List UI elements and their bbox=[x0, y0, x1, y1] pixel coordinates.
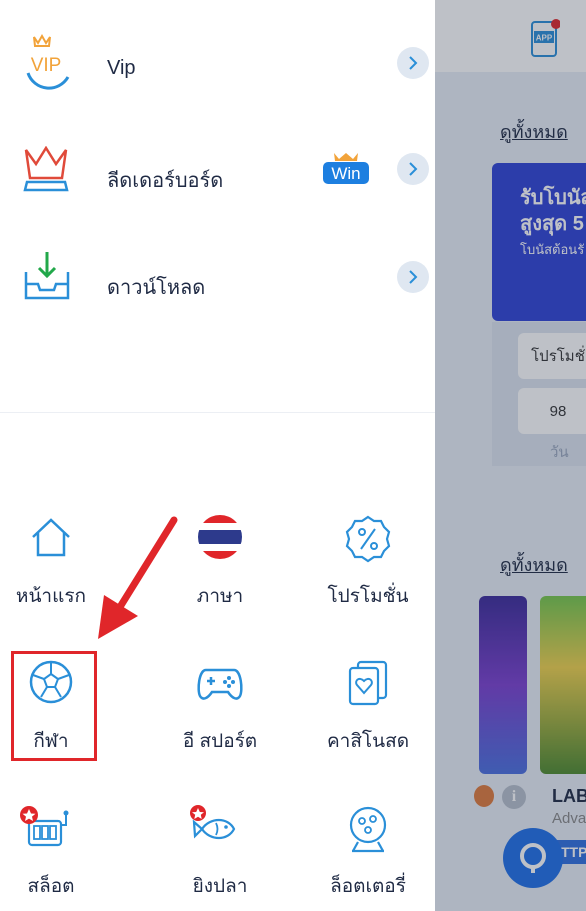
side-drawer: VIP Vip ลีดเดอร์บอร์ด Win ดาวน์โหลด หน้า… bbox=[0, 0, 435, 911]
slot-machine-icon bbox=[20, 806, 69, 847]
thai-flag-icon bbox=[198, 515, 242, 559]
win-badge: Win bbox=[323, 153, 369, 187]
menu-item-label: ลีดเดอร์บอร์ด bbox=[107, 170, 224, 192]
menu-item-download[interactable]: ดาวน์โหลด bbox=[0, 250, 435, 340]
nav-label: คาสิโนสด bbox=[326, 731, 410, 752]
leaderboard-crown-icon bbox=[23, 146, 69, 192]
drawer-overlay[interactable] bbox=[435, 0, 586, 911]
nav-lottery[interactable]: ล็อตเตอรี่ bbox=[308, 805, 428, 905]
menu-item-leaderboard[interactable]: ลีดเดอร์บอร์ด Win bbox=[0, 146, 435, 236]
svg-text:Win: Win bbox=[331, 164, 360, 183]
menu-item-vip[interactable]: VIP Vip bbox=[0, 33, 435, 123]
playing-cards-icon bbox=[348, 660, 388, 706]
menu-item-label: Vip bbox=[107, 57, 136, 79]
menu-item-label: ดาวน์โหลด bbox=[107, 277, 206, 299]
section-divider bbox=[0, 412, 435, 413]
nav-label: สล็อต bbox=[27, 876, 75, 897]
chevron-right-icon[interactable] bbox=[397, 47, 429, 79]
chevron-right-icon[interactable] bbox=[397, 153, 429, 185]
lottery-machine-icon bbox=[349, 806, 387, 853]
nav-slots[interactable]: สล็อต bbox=[0, 805, 111, 905]
nav-esports[interactable]: อี สปอร์ต bbox=[160, 660, 280, 760]
svg-text:VIP: VIP bbox=[31, 55, 62, 76]
download-tray-icon bbox=[24, 252, 70, 300]
chevron-right-icon[interactable] bbox=[397, 261, 429, 293]
nav-label: ยิงปลา bbox=[192, 876, 248, 897]
nav-promotion[interactable]: โปรโมชั่น bbox=[308, 515, 428, 615]
gamepad-icon bbox=[197, 668, 243, 700]
nav-live-casino[interactable]: คาสิโนสด bbox=[308, 660, 428, 760]
fish-icon bbox=[190, 805, 236, 840]
vip-crown-icon: VIP bbox=[26, 33, 70, 90]
nav-fishing[interactable]: ยิงปลา bbox=[160, 805, 280, 905]
nav-label: ล็อตเตอรี่ bbox=[330, 876, 406, 897]
promotion-percent-icon bbox=[345, 515, 391, 563]
annotation-arrow bbox=[98, 516, 178, 639]
nav-label: อี สปอร์ต bbox=[182, 731, 258, 752]
home-icon bbox=[32, 518, 70, 557]
nav-label: โปรโมชั่น bbox=[327, 586, 409, 607]
highlight-box bbox=[11, 651, 97, 761]
